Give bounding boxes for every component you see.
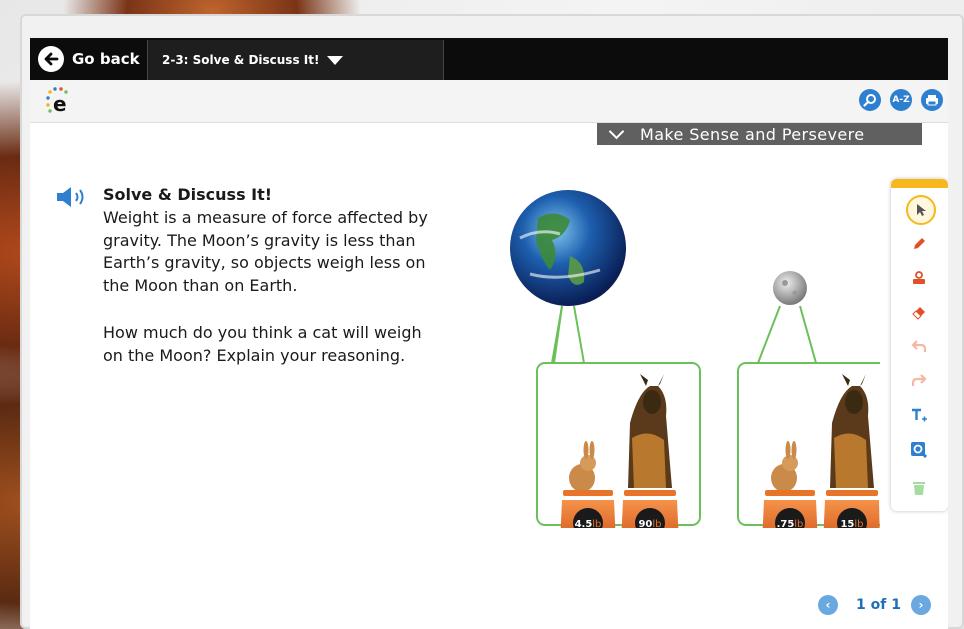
select-tool[interactable]	[906, 195, 936, 225]
pencil-icon	[914, 238, 925, 249]
toolbar-drag-handle[interactable]	[891, 179, 948, 188]
eraser-tool[interactable]	[906, 299, 932, 325]
pencil-tool[interactable]	[906, 231, 932, 257]
text-tool[interactable]	[906, 403, 932, 429]
paragraph-line: Earth’s gravity, so objects weigh less o…	[103, 253, 426, 272]
envision-logo-icon: e	[46, 87, 68, 116]
question-line: on the Moon? Explain your reasoning.	[103, 345, 406, 365]
gravity-illustration: 4.5lb 90lb .75lb 15lb	[510, 190, 880, 528]
moon-scales-panel: .75lb 15lb	[737, 305, 880, 528]
go-back-button[interactable]: Go back	[38, 45, 140, 73]
trash-icon	[913, 482, 925, 495]
next-page-button[interactable]: ›	[910, 595, 931, 615]
speaker-icon[interactable]	[56, 186, 90, 208]
search-icon	[863, 94, 876, 107]
dog-earth-weight: 90lb	[638, 519, 661, 528]
print-button[interactable]	[921, 89, 943, 111]
rabbit-moon-weight: .75lb	[777, 519, 804, 528]
lesson-tab-dropdown[interactable]: 2-3: Solve & Discuss It!	[147, 40, 444, 80]
lesson-tab-label: 2-3: Solve & Discuss It!	[162, 53, 320, 67]
question-line: How much do you think a cat will weigh	[103, 323, 422, 342]
redo-icon	[911, 374, 927, 386]
make-sense-label: Make Sense and Persevere	[640, 124, 865, 144]
previous-page-button[interactable]: ‹	[818, 595, 838, 615]
earth-scales-panel: 4.5lb 90lb	[536, 305, 701, 528]
dog-moon-weight: 15lb	[840, 519, 863, 528]
back-arrow-icon	[38, 46, 64, 72]
chevron-down-icon	[608, 123, 625, 140]
caret-down-icon	[327, 55, 344, 65]
pointer-icon	[917, 204, 926, 216]
logo-letter: e	[53, 92, 67, 116]
glossary-button[interactable]: A-Z	[890, 89, 912, 111]
paragraph-line: Weight is a measure of force affected by	[103, 208, 428, 227]
redo-tool[interactable]	[906, 367, 932, 393]
zoom-icon	[911, 442, 928, 459]
make-sense-dropdown[interactable]: Make Sense and Persevere	[597, 123, 922, 145]
paragraph-line: the Moon than on Earth.	[103, 275, 298, 295]
pager: ‹ 1 of 1 ›	[818, 595, 931, 615]
rabbit-earth-weight: 4.5lb	[575, 519, 602, 528]
earth-image	[510, 190, 626, 306]
annotation-toolbar	[891, 179, 948, 511]
zoom-tool[interactable]	[906, 437, 932, 463]
eraser-icon	[912, 307, 925, 320]
question-paragraph: How much do you think a cat will weigh o…	[103, 322, 498, 367]
undo-tool[interactable]	[906, 333, 932, 359]
header-bar: e A-Z	[30, 80, 948, 123]
app-screen: Go back 2-3: Solve & Discuss It! e A-Z M…	[30, 38, 948, 629]
go-back-label: Go back	[72, 50, 140, 68]
moon-image	[773, 271, 807, 305]
undo-icon	[911, 340, 927, 352]
trash-tool[interactable]	[906, 475, 932, 501]
stamp-icon	[913, 271, 925, 284]
top-bar: Go back 2-3: Solve & Discuss It!	[30, 38, 948, 80]
print-icon	[926, 95, 938, 106]
intro-paragraph: Weight is a measure of force affected by…	[103, 207, 498, 297]
search-button[interactable]	[859, 89, 881, 111]
activity-heading: Solve & Discuss It!	[103, 185, 273, 204]
az-label: A-Z	[892, 95, 910, 105]
paragraph-line: gravity. The Moon’s gravity is less than	[103, 230, 416, 250]
page-indicator: 1 of 1	[856, 597, 901, 613]
stamp-tool[interactable]	[906, 265, 932, 291]
text-icon	[912, 408, 927, 422]
